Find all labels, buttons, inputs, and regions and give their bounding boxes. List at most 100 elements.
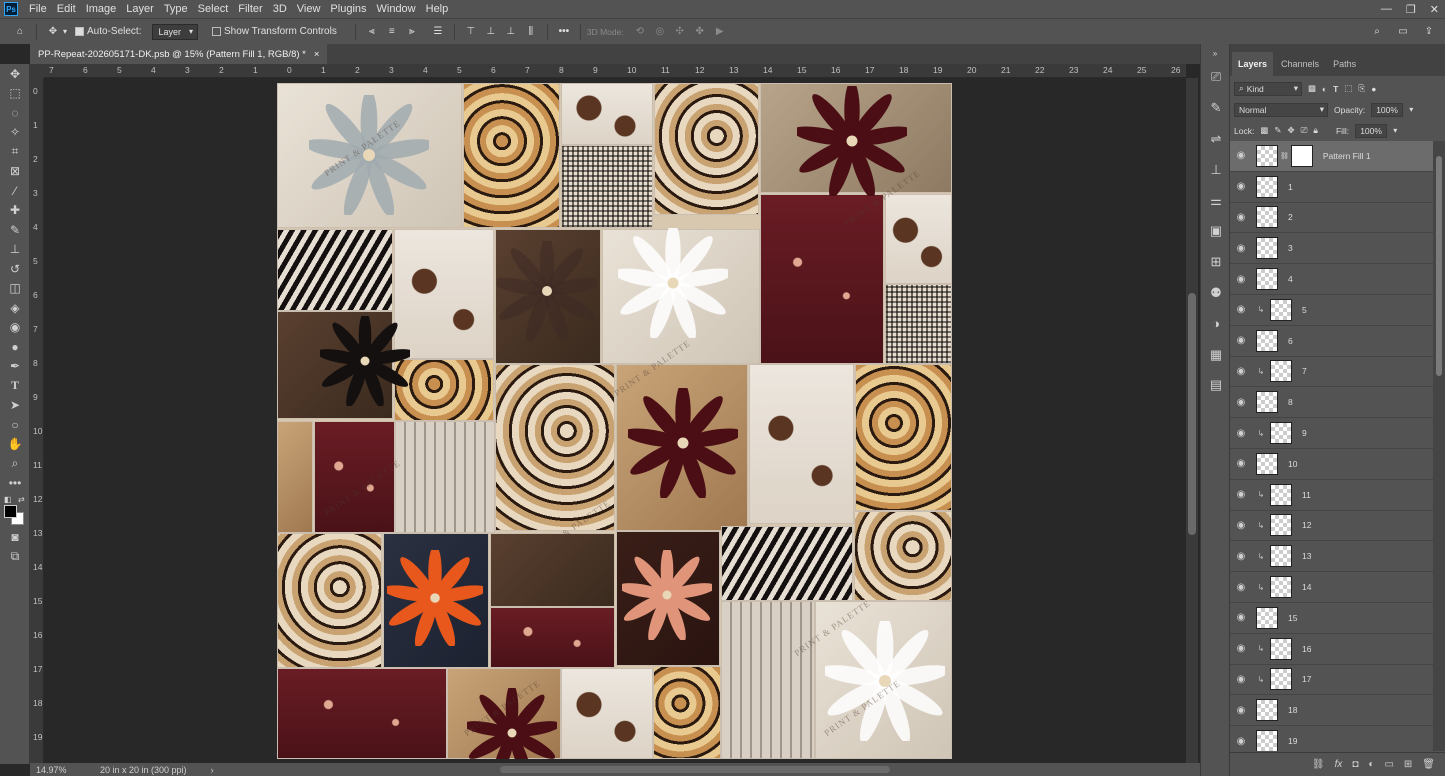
layer-name[interactable]: 5 [1302, 305, 1307, 315]
restore-button[interactable]: ❐ [1406, 3, 1416, 16]
layer-name[interactable]: 2 [1288, 212, 1293, 222]
align-center-icon[interactable]: ≡ [382, 22, 402, 42]
visibility-eye-icon[interactable]: ◉ [1230, 489, 1252, 500]
smart-object-filter-icon[interactable]: ⎘ [1358, 83, 1365, 94]
tab-channels[interactable]: Channels [1275, 52, 1325, 76]
opacity-input[interactable]: 100% [1371, 102, 1404, 117]
frame-tool-icon[interactable]: ⊠ [0, 162, 30, 182]
align-bottom-icon[interactable]: ⊥ [501, 22, 521, 42]
layer-thumbnail[interactable] [1256, 268, 1278, 291]
visibility-eye-icon[interactable]: ◉ [1230, 582, 1252, 593]
add-mask-icon[interactable]: ◘ [1352, 759, 1358, 770]
link-layers-icon[interactable]: ⛓ [1312, 759, 1325, 770]
zoom-tool-icon[interactable]: ⌕ [0, 454, 30, 474]
clone-source-icon[interactable]: ⊥ [1201, 154, 1231, 185]
history-icon[interactable]: ⎚ [1201, 62, 1231, 93]
blur-tool-icon[interactable]: ◉ [0, 318, 30, 338]
visibility-eye-icon[interactable]: ◉ [1230, 612, 1252, 623]
lock-transparency-icon[interactable]: ▩ [1260, 125, 1268, 136]
layer-thumbnail[interactable] [1256, 206, 1278, 229]
layer-name[interactable]: 9 [1302, 428, 1307, 438]
properties-icon[interactable]: ⚌ [1201, 185, 1231, 216]
visibility-eye-icon[interactable]: ◉ [1230, 335, 1252, 346]
layer-thumbnail[interactable] [1256, 175, 1278, 198]
magic-wand-tool-icon[interactable]: ✧ [0, 123, 30, 143]
blend-mode-dropdown[interactable]: Normal ▾ [1234, 102, 1328, 117]
filter-toggle-icon[interactable]: ● [1371, 84, 1376, 94]
paint-bucket-tool-icon[interactable]: ◈ [0, 298, 30, 318]
menu-window[interactable]: Window [372, 3, 421, 15]
minimize-button[interactable]: — [1381, 3, 1392, 15]
vertical-scroll-thumb[interactable] [1188, 293, 1196, 535]
dodge-tool-icon[interactable]: ● [0, 337, 30, 357]
layer-name[interactable]: 7 [1302, 366, 1307, 376]
patterns-icon[interactable]: ▦ [1201, 339, 1231, 370]
close-window-button[interactable]: ✕ [1430, 3, 1439, 16]
vertical-scrollbar[interactable] [1186, 78, 1198, 763]
visibility-eye-icon[interactable]: ◉ [1230, 274, 1252, 285]
kind-filter-dropdown[interactable]: ⌕ Kind ▾ [1234, 81, 1302, 96]
swap-colors-icon[interactable]: ⇄ [18, 495, 25, 504]
visibility-eye-icon[interactable]: ◉ [1230, 520, 1252, 531]
layer-thumbnail[interactable] [1270, 637, 1292, 660]
layer-mask-thumbnail[interactable] [1290, 144, 1313, 167]
checkbox-checked-icon[interactable] [75, 27, 85, 36]
layer-name[interactable]: 6 [1288, 336, 1293, 346]
screen-mode-icon[interactable]: ⧉ [0, 547, 30, 567]
share-icon[interactable]: ⇪ [1419, 22, 1439, 42]
more-options-icon[interactable]: ••• [554, 22, 574, 42]
layer-row[interactable]: ◉ ↳ 11 [1230, 480, 1433, 511]
layer-thumbnail[interactable] [1270, 360, 1292, 383]
layer-thumbnail[interactable] [1256, 730, 1278, 751]
layer-thumbnail[interactable] [1256, 452, 1278, 475]
menu-image[interactable]: Image [81, 3, 122, 15]
align-right-icon[interactable]: ⫸ [402, 22, 422, 42]
layer-thumbnail[interactable] [1270, 576, 1292, 599]
chevron-down-icon[interactable]: ▾ [63, 27, 67, 36]
layer-name[interactable]: 3 [1288, 243, 1293, 253]
type-filter-icon[interactable]: T [1333, 84, 1338, 94]
menu-select[interactable]: Select [193, 3, 234, 15]
horizontal-scroll-thumb[interactable] [500, 766, 890, 773]
layer-name[interactable]: 8 [1288, 397, 1293, 407]
menu-3d[interactable]: 3D [268, 3, 292, 15]
layer-row[interactable]: ◉ 2 [1230, 203, 1433, 234]
layer-name[interactable]: 1 [1288, 182, 1293, 192]
menu-help[interactable]: Help [421, 3, 454, 15]
more-tools-icon[interactable]: ••• [0, 474, 30, 494]
document-tab[interactable]: PP-Repeat-202605171-DK.psb @ 15% (Patter… [30, 44, 328, 64]
visibility-eye-icon[interactable]: ◉ [1230, 674, 1252, 685]
checkbox-unchecked-icon[interactable] [212, 27, 222, 36]
distribute-icon[interactable]: ☰ [428, 22, 448, 42]
visibility-eye-icon[interactable]: ◉ [1230, 705, 1252, 716]
layer-thumbnail[interactable] [1270, 514, 1292, 537]
lock-all-icon[interactable]: 🔒︎ [1313, 125, 1318, 136]
status-arrow-icon[interactable]: › [211, 765, 214, 775]
eraser-tool-icon[interactable]: ◫ [0, 279, 30, 299]
brush-settings-icon[interactable]: ✎ [1201, 93, 1231, 124]
crop-tool-icon[interactable]: ⌗ [0, 142, 30, 162]
visibility-eye-icon[interactable]: ◉ [1230, 458, 1252, 469]
layer-name[interactable]: 11 [1302, 490, 1311, 500]
layer-row[interactable]: ◉ 3 [1230, 233, 1433, 265]
menu-view[interactable]: View [292, 3, 326, 15]
layer-row[interactable]: ◉ 19 [1230, 726, 1433, 751]
menu-filter[interactable]: Filter [233, 3, 267, 15]
layer-row[interactable]: ◉ ↳ 5 [1230, 295, 1433, 326]
mask-link-icon[interactable]: ⛓ [1280, 152, 1289, 160]
ellipse-tool-icon[interactable]: ○ [0, 415, 30, 435]
layer-name[interactable]: Pattern Fill 1 [1323, 151, 1371, 161]
layer-row[interactable]: ◉ ↳ 16 [1230, 634, 1433, 665]
chevron-down-icon[interactable]: ▾ [1393, 126, 1397, 135]
document-canvas[interactable]: PRINT & PALETTE PRINT & PALETTE PRINT & PA… [277, 83, 952, 759]
workspace-icon[interactable]: ▭ [1393, 22, 1413, 42]
healing-brush-tool-icon[interactable]: ✚ [0, 201, 30, 221]
search-icon[interactable]: ⌕ [1367, 22, 1387, 42]
layer-thumbnail[interactable] [1256, 144, 1278, 167]
layer-thumbnail[interactable] [1256, 606, 1278, 629]
layer-row[interactable]: ◉ 4 [1230, 264, 1433, 295]
layer-row[interactable]: ◉ 10 [1230, 449, 1433, 480]
layer-name[interactable]: 4 [1288, 274, 1293, 284]
marquee-tool-icon[interactable]: ⬚ [0, 84, 30, 104]
visibility-eye-icon[interactable]: ◉ [1230, 212, 1252, 223]
